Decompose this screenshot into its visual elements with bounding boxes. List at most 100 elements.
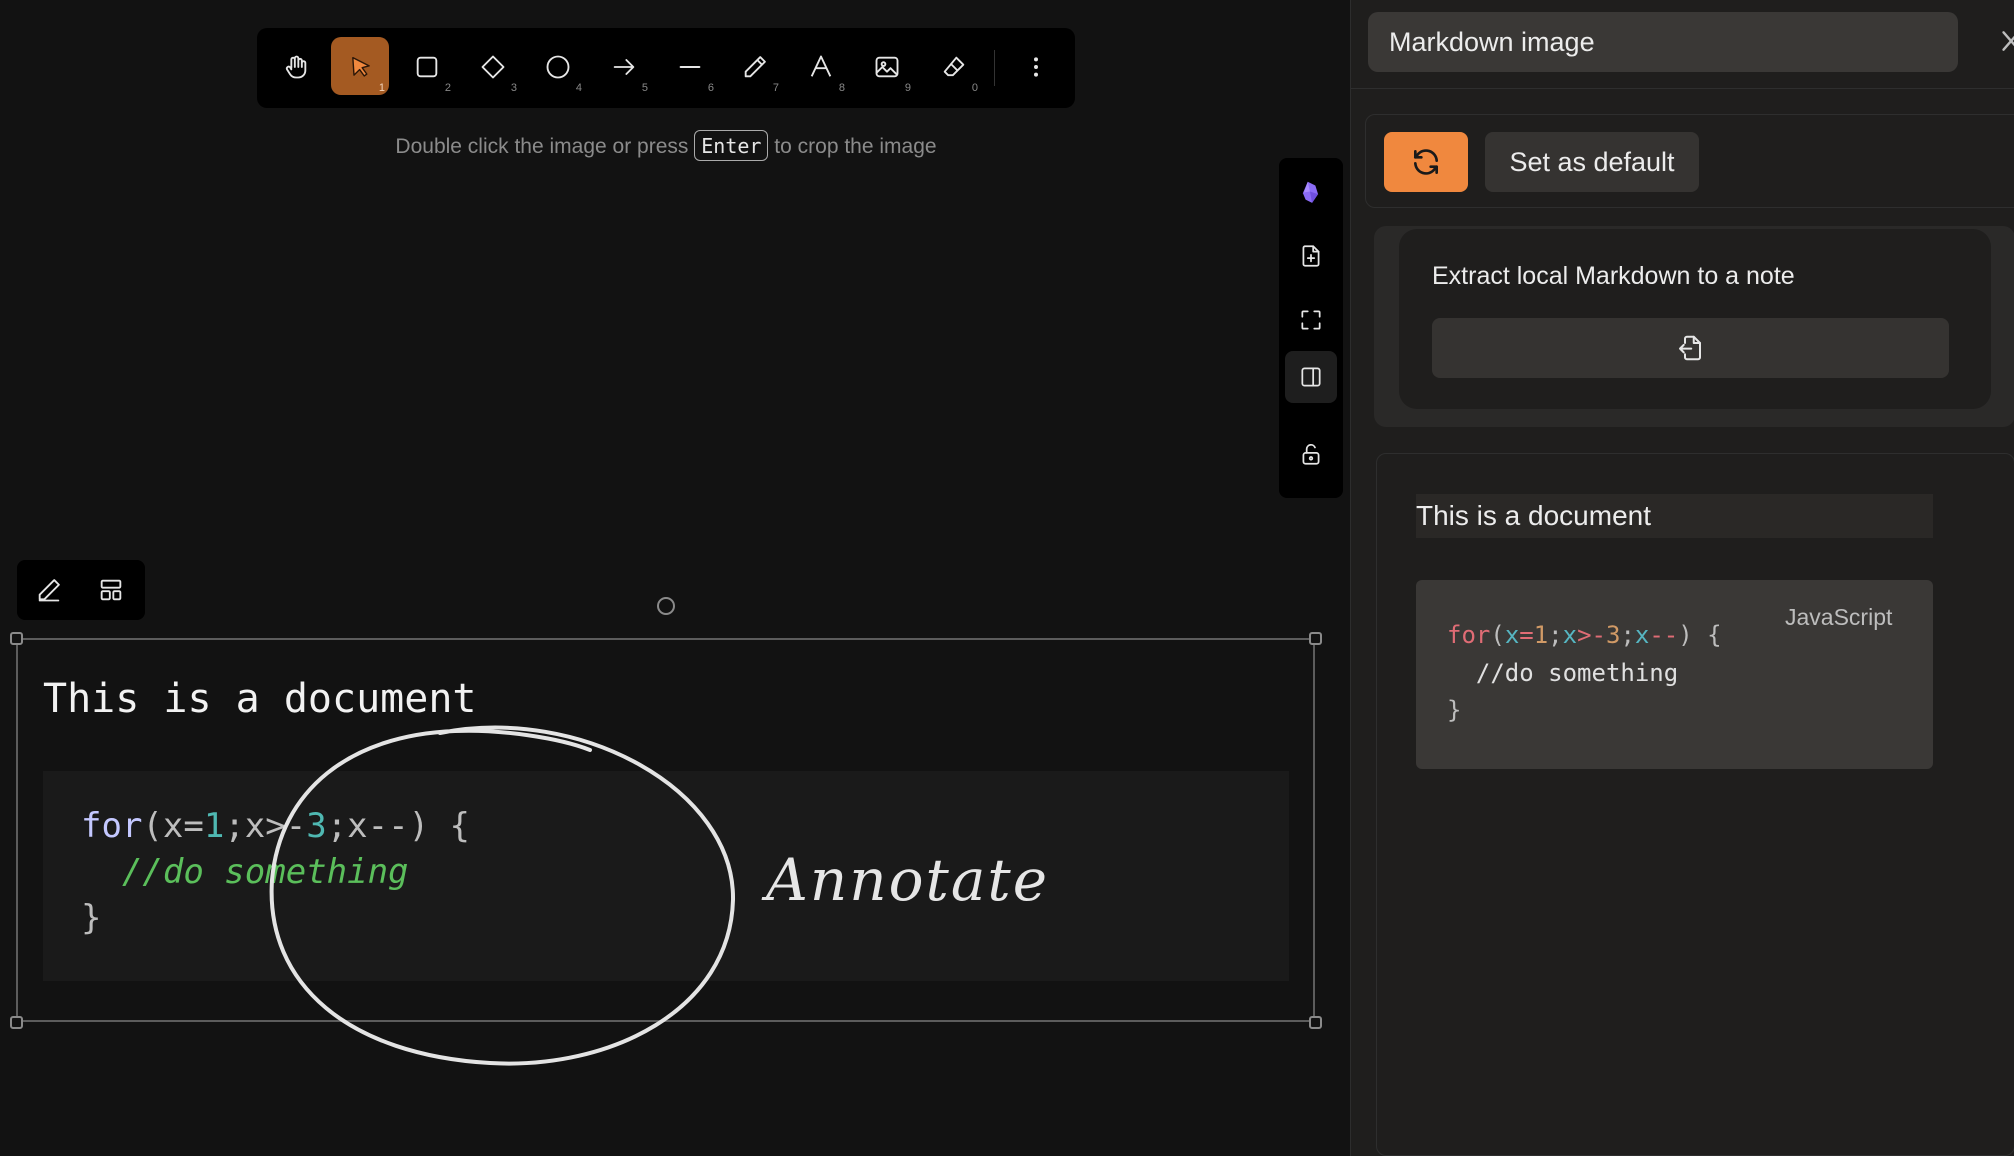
file-plus-icon: [1302, 245, 1320, 267]
rotation-handle[interactable]: [657, 597, 675, 615]
image-code-line: }: [81, 898, 101, 938]
obsidian-logo-icon: [1302, 181, 1319, 203]
edit-element-button[interactable]: [27, 569, 71, 611]
image-icon: [875, 56, 899, 78]
image-tool[interactable]: 9: [857, 37, 915, 95]
code-token: }: [1447, 696, 1462, 724]
tool-shortcut: 6: [707, 82, 714, 94]
markdown-preview: [1376, 453, 2014, 1156]
tool-shortcut: 9: [904, 82, 911, 94]
more-tools-button[interactable]: [1006, 37, 1064, 95]
code-token: ;x>-: [224, 806, 307, 846]
code-token: ) {: [1678, 621, 1722, 649]
file-export-icon: [1679, 335, 1701, 361]
sidebar-right-icon: [1301, 367, 1321, 387]
hint-text-before: Double click the image or press: [395, 135, 689, 158]
line-tool[interactable]: 6: [660, 37, 718, 95]
image-document-title: This is a document: [43, 676, 477, 722]
extract-label: Extract local Markdown to a note: [1432, 262, 1795, 290]
preview-code-line: //do something: [1447, 659, 1678, 687]
hand-icon: [285, 55, 307, 79]
pencil-icon: [744, 56, 766, 78]
close-icon[interactable]: [1999, 28, 2014, 54]
code-token: 3: [1605, 621, 1621, 649]
eraser-icon: [943, 56, 965, 77]
set-default-button[interactable]: Set as default: [1485, 132, 1699, 192]
ellipse-tool[interactable]: 4: [528, 37, 586, 95]
element-context-toolbar: [17, 560, 145, 620]
code-token: }: [81, 898, 102, 938]
eraser-tool[interactable]: 0: [924, 37, 982, 95]
tool-shortcut: 1: [378, 82, 385, 94]
rectangle-tool[interactable]: 2: [397, 37, 455, 95]
fullscreen-icon: [1301, 310, 1321, 330]
preview-code-line: }: [1447, 696, 1461, 724]
ellipse-icon: [546, 55, 570, 79]
image-code-line: for(x=1;x>-3;x--) {: [81, 806, 470, 846]
pencil-icon: [38, 579, 60, 602]
refresh-button[interactable]: [1384, 132, 1468, 192]
tool-shortcut: 2: [444, 82, 451, 94]
code-token: //do something: [81, 852, 409, 892]
resize-handle-bottom-left[interactable]: [10, 1016, 23, 1029]
code-token: for: [1447, 621, 1491, 649]
code-token: (x=: [142, 806, 204, 846]
code-token: x: [1634, 621, 1650, 649]
code-token: 3: [306, 806, 327, 846]
rectangle-icon: [416, 56, 438, 78]
enter-key-badge: Enter: [694, 130, 769, 161]
code-token: 1: [1533, 621, 1549, 649]
annotation-text[interactable]: Annotate: [766, 846, 1049, 914]
code-token: -: [1591, 621, 1606, 649]
selection-tool[interactable]: 1: [331, 37, 389, 95]
extract-button[interactable]: [1432, 318, 1949, 378]
code-token: 1: [203, 806, 225, 846]
fullscreen-button[interactable]: [1285, 294, 1337, 346]
selection-icon: [352, 56, 370, 77]
preview-code-line: for(x=1;x>-3;x--) {: [1447, 621, 1722, 649]
text-icon: [810, 55, 832, 77]
resize-handle-top-left[interactable]: [10, 632, 23, 645]
arrow-icon: [613, 59, 635, 75]
lock-button[interactable]: [1285, 428, 1337, 480]
code-token: x: [1504, 621, 1520, 649]
hint-text-after: to crop the image: [774, 135, 937, 158]
text-tool[interactable]: 8: [791, 37, 849, 95]
preview-heading: This is a document: [1416, 494, 1933, 538]
code-token: >: [1577, 621, 1592, 649]
tool-shortcut: 0: [971, 82, 978, 94]
tool-shortcut: 7: [772, 82, 779, 94]
arrow-tool[interactable]: 5: [594, 37, 652, 95]
side-toolbar: [1279, 158, 1343, 498]
crop-hint: Double click the image or press Enter to…: [0, 130, 1332, 161]
code-language-label: JavaScript: [1785, 604, 1893, 630]
pencil-tool[interactable]: 7: [725, 37, 783, 95]
code-token: =: [1519, 621, 1534, 649]
image-code-line: //do something: [81, 852, 409, 892]
code-token: x: [1562, 621, 1578, 649]
refresh-icon: [1414, 149, 1438, 175]
drawing-canvas[interactable]: 1 2 3 4 5 6 7 8 9 0 Double click the ima…: [0, 0, 1350, 1156]
sidepanel-toggle-button[interactable]: [1285, 351, 1337, 403]
tool-shortcut: 8: [838, 82, 845, 94]
code-token: for: [81, 806, 143, 846]
toolbar-divider: [994, 50, 995, 86]
hand-tool[interactable]: [266, 37, 324, 95]
obsidian-button[interactable]: [1285, 166, 1337, 218]
diamond-tool[interactable]: 3: [463, 37, 521, 95]
layout-button[interactable]: [89, 569, 133, 611]
code-token: ;: [1548, 621, 1563, 649]
tool-shortcut: 5: [641, 82, 648, 94]
panel-divider: [1351, 88, 2014, 89]
layout-icon: [100, 579, 122, 601]
code-token: //do something: [1447, 659, 1679, 687]
new-file-button[interactable]: [1285, 230, 1337, 282]
panel-title-input[interactable]: Markdown image: [1368, 12, 1958, 72]
main-toolbar: 1 2 3 4 5 6 7 8 9 0: [257, 28, 1075, 108]
resize-handle-top-right[interactable]: [1309, 632, 1322, 645]
code-token: (: [1490, 621, 1505, 649]
code-token: ;: [1620, 621, 1635, 649]
tool-shortcut: 3: [510, 82, 517, 94]
resize-handle-bottom-right[interactable]: [1309, 1016, 1322, 1029]
diamond-icon: [481, 55, 505, 79]
